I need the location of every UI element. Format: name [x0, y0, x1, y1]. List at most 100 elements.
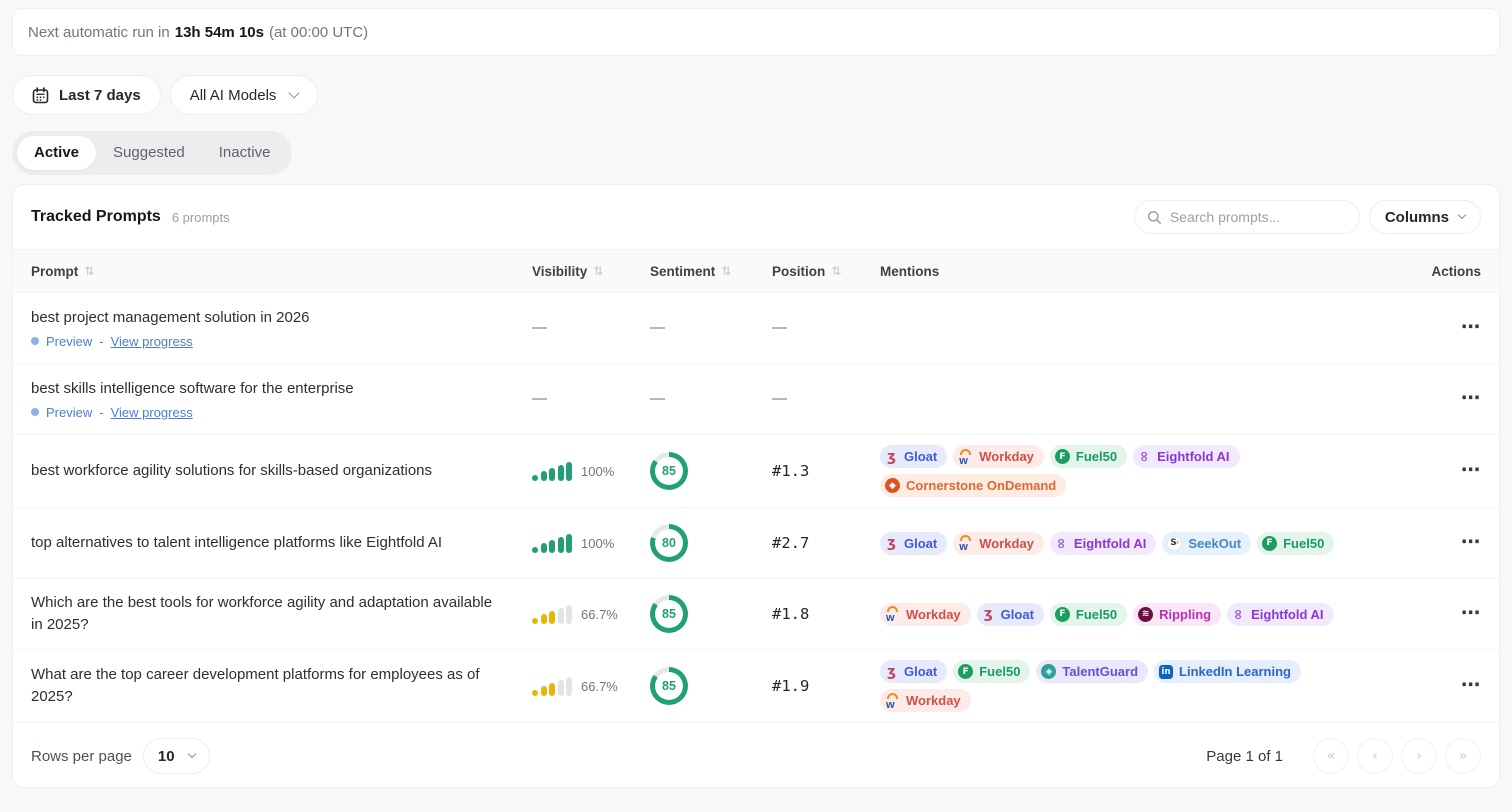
row-actions-button[interactable]: ⋯	[1461, 461, 1481, 480]
mention-label: Fuel50	[1076, 607, 1117, 622]
mention-pill[interactable]: wWorkday	[880, 689, 971, 712]
mention-pill[interactable]: wWorkday	[953, 532, 1044, 555]
calendar-icon	[32, 87, 49, 104]
visibility-bar	[532, 618, 538, 624]
workday-logo-icon: w	[885, 606, 900, 622]
mention-label: LinkedIn Learning	[1179, 664, 1291, 679]
sort-icon[interactable]: ⇅	[593, 264, 603, 278]
empty-value: —	[650, 390, 665, 407]
visibility-cell: —	[532, 390, 650, 408]
mention-pill[interactable]: ∞Eightfold AI	[1227, 603, 1333, 626]
brand-badge-icon: F	[958, 664, 973, 679]
prompt-text: What are the top career development plat…	[31, 664, 503, 708]
visibility-bars	[532, 462, 572, 481]
mention-label: Cornerstone OnDemand	[906, 478, 1056, 493]
mention-pill[interactable]: wWorkday	[953, 445, 1044, 468]
prev-page-button[interactable]: ‹	[1357, 738, 1393, 774]
visibility-bar	[532, 547, 538, 553]
visibility-cell: 100%	[532, 534, 650, 553]
next-page-button[interactable]: ›	[1401, 738, 1437, 774]
columns-button[interactable]: Columns	[1369, 200, 1481, 234]
workday-w: w	[959, 541, 968, 553]
mention-pill[interactable]: F Fuel50	[1050, 603, 1127, 626]
visibility-cell: 100%	[532, 462, 650, 481]
visibility-percent: 100%	[581, 464, 614, 479]
preview-separator: -	[99, 405, 103, 420]
sort-icon[interactable]: ⇅	[721, 264, 731, 278]
mention-pill[interactable]: ʒGloat	[977, 603, 1044, 626]
empty-value: —	[772, 319, 787, 336]
brand-badge-icon: F	[1055, 607, 1070, 622]
mention-pill[interactable]: ʒGloat	[880, 660, 947, 683]
position-cell: —	[772, 390, 880, 408]
mention-pill[interactable]: FFuel50	[1257, 532, 1334, 555]
visibility-bars	[532, 677, 572, 696]
workday-logo-icon: w	[958, 449, 973, 465]
tab-inactive[interactable]: Inactive	[202, 136, 288, 170]
view-progress-link[interactable]: View progress	[111, 405, 193, 420]
tracked-prompts-panel: Tracked Prompts 6 prompts Columns Prompt…	[12, 184, 1500, 788]
mention-pill[interactable]: ∞Eightfold AI	[1050, 532, 1156, 555]
sort-icon[interactable]: ⇅	[831, 264, 841, 278]
search-box[interactable]	[1134, 200, 1360, 234]
position-value: #2.7	[772, 534, 809, 552]
mention-pill[interactable]: S›SeekOut	[1162, 532, 1251, 555]
sentiment-cell: 80	[650, 524, 772, 562]
mention-pill[interactable]: ◈TalentGuard	[1036, 660, 1148, 683]
mentions-cell: ʒGloat wWorkday FFuel50 ∞Eightfold AI ◆Corne…	[880, 445, 1385, 497]
row-actions-button[interactable]: ⋯	[1461, 604, 1481, 623]
mention-pill[interactable]: ≋Rippling	[1133, 603, 1221, 626]
position-cell: #1.9	[772, 677, 880, 696]
mention-pill[interactable]: FFuel50	[1050, 445, 1127, 468]
row-actions-button[interactable]: ⋯	[1461, 318, 1481, 337]
sentiment-value: 85	[655, 457, 683, 485]
rows-per-page-select[interactable]: 10	[143, 738, 210, 774]
mention-pill[interactable]: FFuel50	[953, 660, 1030, 683]
next-run-countdown: 13h 54m 10s	[175, 24, 264, 41]
prompt-text: best project management solution in 2026	[31, 307, 503, 329]
ai-models-select[interactable]: All AI Models	[170, 75, 319, 115]
brand-glyph-icon: ʒ	[982, 607, 995, 622]
tab-suggested[interactable]: Suggested	[96, 136, 202, 170]
view-progress-link[interactable]: View progress	[111, 334, 193, 349]
visibility-cell: —	[532, 319, 650, 337]
workday-logo-icon: w	[958, 535, 973, 551]
preview-status: Preview-View progress	[31, 405, 532, 420]
status-tabs: Active Suggested Inactive	[12, 131, 292, 175]
row-actions-button[interactable]: ⋯	[1461, 676, 1481, 695]
tab-active[interactable]: Active	[17, 136, 96, 170]
mention-pill[interactable]: wWorkday	[880, 603, 971, 626]
visibility-bar	[541, 686, 547, 696]
row-actions-button[interactable]: ⋯	[1461, 389, 1481, 408]
col-header-sentiment: Sentiment ⇅	[650, 264, 772, 279]
mentions-cell: wWorkday ʒGloat F Fuel50 ≋Rippling ∞Eightfold…	[880, 603, 1385, 626]
mention-pill[interactable]: ʒGloat	[880, 532, 947, 555]
prompt-cell: best project management solution in 2026…	[31, 307, 532, 349]
mention-pill[interactable]: ◆Cornerstone OnDemand	[880, 474, 1066, 497]
visibility-bar	[541, 471, 547, 481]
mention-pill[interactable]: ʒGloat	[880, 445, 947, 468]
date-range-label: Last 7 days	[59, 87, 141, 104]
mention-pill[interactable]: inLinkedIn Learning	[1154, 660, 1301, 683]
table-row: Which are the best tools for workforce a…	[13, 579, 1499, 650]
brand-badge-icon: ≋	[1138, 607, 1153, 622]
first-page-button[interactable]: «	[1313, 738, 1349, 774]
empty-value: —	[532, 390, 547, 407]
visibility-bar	[566, 462, 572, 481]
actions-cell: ⋯	[1461, 533, 1481, 553]
prompt-cell: best skills intelligence software for th…	[31, 378, 532, 420]
empty-value: —	[772, 390, 787, 407]
actions-cell: ⋯	[1461, 461, 1481, 481]
brand-glyph-icon: ∞	[1231, 608, 1246, 621]
filter-bar: Last 7 days All AI Models	[12, 75, 1500, 115]
last-page-button[interactable]: »	[1445, 738, 1481, 774]
row-actions-button[interactable]: ⋯	[1461, 533, 1481, 552]
sort-icon[interactable]: ⇅	[84, 264, 94, 278]
search-input[interactable]	[1170, 209, 1347, 225]
columns-label: Columns	[1385, 209, 1449, 226]
page-indicator: Page 1 of 1	[1206, 748, 1283, 765]
date-range-button[interactable]: Last 7 days	[12, 75, 161, 115]
mention-pill[interactable]: ∞Eightfold AI	[1133, 445, 1239, 468]
table-row: best workforce agility solutions for ski…	[13, 435, 1499, 508]
mention-label: SeekOut	[1188, 536, 1241, 551]
